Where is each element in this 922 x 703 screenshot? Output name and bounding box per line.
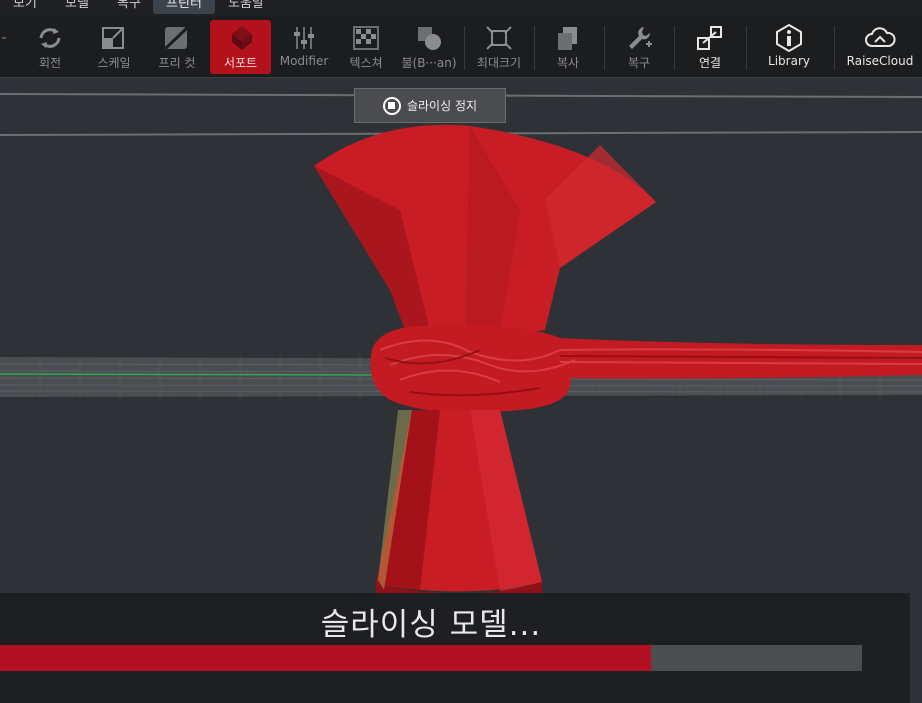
scale-label: 스케일: [97, 56, 131, 70]
rotate-label: 회전: [38, 56, 62, 70]
toolbar-separator: [746, 26, 747, 70]
copy-icon: [558, 27, 577, 50]
progress-title: 슬라이싱 모델...: [320, 607, 542, 643]
menu-help[interactable]: 도움말: [222, 0, 270, 14]
support-icon: [231, 26, 252, 50]
copy-button[interactable]: 복사: [538, 20, 598, 74]
texture-icon: [353, 26, 379, 50]
toolbar-separator: [604, 26, 605, 70]
boolean-label: 불(B···an): [401, 56, 457, 70]
stop-slicing-button[interactable]: 슬라이싱 정지: [354, 88, 506, 123]
boolean-icon: [418, 27, 441, 50]
copy-label: 복사: [556, 56, 580, 70]
modifier-button[interactable]: Modifier: [274, 20, 334, 74]
wrench-icon: [629, 27, 652, 49]
stop-slicing-label: 슬라이싱 정지: [406, 99, 478, 113]
toolbar-separator: [534, 26, 535, 70]
max-size-icon: [486, 26, 512, 50]
progress-bar-fill: [0, 645, 651, 671]
toolbar-separator: [834, 26, 835, 70]
repair-button[interactable]: 복구: [608, 20, 670, 74]
boolean-button[interactable]: 불(B···an): [398, 20, 460, 74]
toolbar-prev-partial: [0, 20, 10, 74]
free-cut-label: 프리 컷: [158, 56, 196, 70]
toolbar-separator: [464, 26, 465, 70]
cloud-icon: [865, 27, 896, 47]
modifier-label: Modifier: [279, 54, 329, 68]
toolbar-separator: [674, 26, 675, 70]
menu-model[interactable]: 모델: [58, 0, 96, 14]
menu-printer[interactable]: 프린터: [153, 0, 215, 14]
texture-button[interactable]: 텍스쳐: [336, 20, 396, 74]
menu-repair[interactable]: 복구: [110, 0, 148, 14]
max-size-button[interactable]: 최대크기: [468, 20, 530, 74]
max-size-label: 최대크기: [476, 56, 522, 70]
toolbar: 회전 스케일 프리 컷 서포트 Modifier 텍스쳐 불(B···an) 최…: [0, 16, 922, 78]
rotate-button[interactable]: 회전: [20, 20, 80, 74]
connect-label: 연결: [698, 56, 722, 70]
free-cut-button[interactable]: 프리 컷: [147, 20, 207, 74]
slicing-progress-panel: 슬라이싱 모델...: [0, 593, 910, 703]
library-label: Library: [768, 54, 810, 68]
scale-icon: [102, 27, 124, 49]
raisecloud-label: RaiseCloud: [846, 54, 914, 68]
connect-button[interactable]: 연결: [679, 20, 741, 74]
library-icon: [776, 24, 802, 52]
stop-icon: [382, 96, 401, 115]
support-label: 서포트: [223, 56, 258, 70]
rotate-icon: [39, 28, 61, 48]
modifier-icon: [294, 27, 314, 49]
raisecloud-button[interactable]: RaiseCloud: [842, 20, 918, 74]
progress-bar: [0, 645, 862, 671]
repair-label: 복구: [627, 56, 651, 70]
3d-model: [314, 124, 922, 604]
free-cut-icon: [164, 26, 189, 50]
support-button[interactable]: 서포트: [210, 20, 271, 74]
menu-bar: 보기 모델 복구 프린터 도움말: [0, 0, 922, 16]
scale-button[interactable]: 스케일: [84, 20, 144, 74]
menu-view[interactable]: 보기: [8, 0, 42, 14]
connect-icon: [697, 26, 722, 50]
library-button[interactable]: Library: [756, 20, 822, 74]
texture-label: 텍스쳐: [349, 56, 383, 70]
